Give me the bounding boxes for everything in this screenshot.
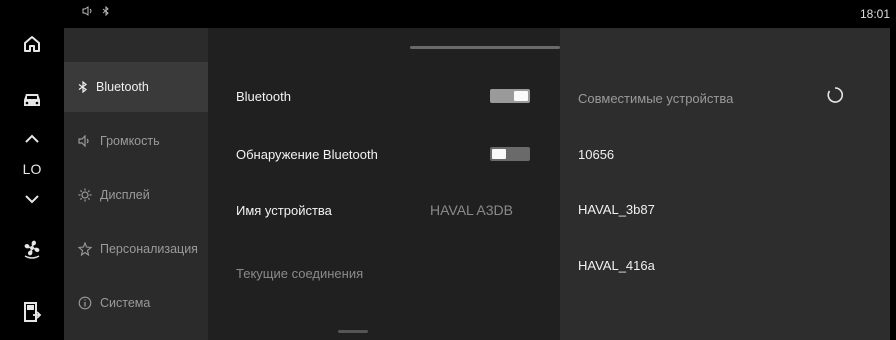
toggle-knob — [514, 91, 528, 101]
bluetooth-toggle-label: Bluetooth — [236, 89, 291, 104]
car-icon — [24, 94, 40, 106]
nav-item-label: Bluetooth — [96, 80, 149, 94]
current-connections-label: Текущие соединения — [236, 266, 364, 281]
nav-item-label: Система — [100, 296, 151, 310]
status-bar: 18:01 — [64, 0, 896, 28]
brightness-icon — [78, 188, 92, 202]
chevron-up-icon[interactable] — [24, 134, 40, 144]
door-exit-icon — [24, 302, 42, 322]
discovery-toggle-label: Обнаружение Bluetooth — [236, 147, 378, 162]
chevron-down-icon[interactable] — [24, 194, 40, 204]
nav-item-system[interactable]: Система — [64, 278, 208, 328]
clock: 18:01 — [859, 7, 890, 21]
nav-item-personalization[interactable]: Персонализация — [64, 224, 208, 274]
scroll-handle — [338, 330, 368, 333]
compatible-devices-title: Совместимые устройства — [578, 91, 734, 106]
bluetooth-icon — [78, 81, 87, 93]
bluetooth-settings: Bluetooth Обнаружение Bluetooth Имя устр… — [208, 28, 560, 340]
temperature-label: LO — [22, 161, 42, 177]
device-list-item[interactable]: 10656 — [578, 147, 614, 162]
nav-item-label: Дисплей — [100, 188, 150, 202]
volume-icon — [78, 135, 89, 147]
nav-item-label: Громкость — [100, 134, 160, 148]
home-icon — [24, 36, 40, 52]
temperature-control: LO — [12, 134, 52, 204]
device-list-item[interactable]: HAVAL_3b87 — [578, 202, 655, 217]
home-button[interactable] — [16, 28, 48, 60]
info-icon — [78, 296, 92, 310]
bluetooth-toggle[interactable] — [490, 89, 530, 103]
settings-panel: Bluetooth Громкость Дисплей Персонализац… — [64, 28, 890, 340]
volume-icon — [82, 6, 92, 16]
discovery-toggle[interactable] — [490, 147, 530, 161]
fan-button[interactable] — [16, 232, 48, 264]
nav-item-label: Персонализация — [100, 242, 198, 256]
toggle-knob — [492, 149, 506, 159]
device-list-item[interactable]: HAVAL_416a — [578, 258, 655, 273]
bluetooth-icon — [102, 6, 109, 16]
vehicle-button[interactable] — [16, 84, 48, 116]
compatible-devices-panel: Совместимые устройства 10656 HAVAL_3b87 … — [560, 28, 890, 340]
fan-icon — [24, 240, 40, 259]
nav-item-volume[interactable]: Громкость — [64, 116, 208, 166]
device-name-label: Имя устройства — [236, 203, 332, 218]
exit-button[interactable] — [16, 296, 48, 328]
refresh-spinner-icon[interactable] — [826, 86, 844, 104]
left-rail: LO — [0, 0, 64, 340]
panel-drag-handle[interactable] — [410, 46, 560, 49]
device-name-value[interactable]: HAVAL A3DB — [430, 202, 513, 218]
nav-item-bluetooth[interactable]: Bluetooth — [64, 62, 208, 112]
personalization-icon — [78, 242, 92, 256]
nav-item-display[interactable]: Дисплей — [64, 170, 208, 220]
settings-nav: Bluetooth Громкость Дисплей Персонализац… — [64, 28, 208, 340]
